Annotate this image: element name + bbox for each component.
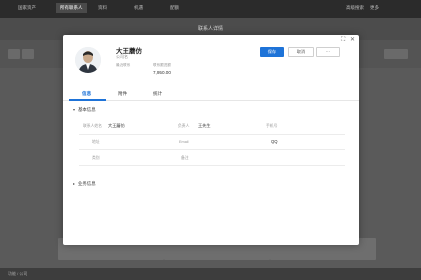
meta-label-amount: 联系跟进额 xyxy=(153,63,171,67)
toolbar-button[interactable] xyxy=(22,49,34,59)
detail-tabs: 信息 附件 统计 xyxy=(63,89,359,101)
field-label-type: 类别 xyxy=(92,156,100,160)
field-value-owner[interactable]: 王先生 xyxy=(198,123,211,129)
avatar xyxy=(75,47,101,73)
more-button[interactable]: ⋯ xyxy=(316,47,340,57)
section-business-info[interactable]: ▸ 业务信息 xyxy=(73,181,96,187)
status-bar: 功能 / 公司 xyxy=(0,268,421,280)
active-tab-indicator xyxy=(69,99,106,101)
nav-advanced-search[interactable]: 高级搜索 xyxy=(346,5,364,11)
field-label-address: 地址 xyxy=(92,140,100,144)
nav-item-opportunities[interactable]: 机遇 xyxy=(134,5,143,11)
field-label-email: Email xyxy=(179,140,189,144)
section-title: 业务信息 xyxy=(78,181,96,186)
meta-label-recent: 最近联系 xyxy=(116,63,131,67)
field-value-qq[interactable]: QQ xyxy=(271,139,278,144)
meta-amount-value: 7,950.00 xyxy=(153,70,171,75)
close-icon[interactable]: ✕ xyxy=(350,36,355,44)
toolbar-button[interactable] xyxy=(8,49,20,59)
tab-statistics[interactable]: 统计 xyxy=(153,91,162,97)
tab-info[interactable]: 信息 xyxy=(82,91,91,97)
nav-item-contacts[interactable]: 所有联系人 xyxy=(56,3,87,13)
person-photo-icon xyxy=(75,47,101,73)
chevron-down-icon: ▾ xyxy=(73,107,76,112)
section-title: 基本信息 xyxy=(78,107,96,112)
field-label-contact-name: 联系人姓名 xyxy=(83,124,102,128)
nav-item-quotas[interactable]: 配额 xyxy=(170,5,179,11)
row-divider xyxy=(79,149,345,150)
field-value-contact-name[interactable]: 大王蘑仿 xyxy=(108,123,125,129)
nav-more[interactable]: 更多 xyxy=(370,5,379,11)
field-label-owner: 负责人 xyxy=(178,124,190,128)
nav-item-assets[interactable]: 国家资产 xyxy=(18,5,36,11)
section-basic-info[interactable]: ▾ 基本信息 xyxy=(73,107,96,113)
page-title: 联系人详情 xyxy=(197,26,223,32)
expand-icon[interactable]: ⛶ xyxy=(341,36,345,44)
row-divider xyxy=(79,165,345,166)
field-label-phone: 手机号 xyxy=(266,124,278,128)
contact-detail-modal: ⛶ ✕ 大王蘑仿 公司名 最近联系 联系跟进额 7,950.00 保存 取消 ⋯… xyxy=(63,35,359,245)
field-label-note: 备注 xyxy=(181,156,189,160)
app-top-bar: 国家资产 所有联系人 资料 机遇 配额 高级搜索 更多 xyxy=(0,0,421,18)
chevron-right-icon: ▸ xyxy=(73,181,76,186)
contact-subtitle: 公司名 xyxy=(116,54,128,59)
toolbar-button[interactable] xyxy=(384,49,408,59)
save-button[interactable]: 保存 xyxy=(260,47,284,57)
status-text: 功能 / 公司 xyxy=(8,271,28,276)
tab-attachments[interactable]: 附件 xyxy=(118,91,127,97)
row-divider xyxy=(79,134,345,135)
cancel-button[interactable]: 取消 xyxy=(288,47,314,57)
nav-item-materials[interactable]: 资料 xyxy=(98,5,107,11)
